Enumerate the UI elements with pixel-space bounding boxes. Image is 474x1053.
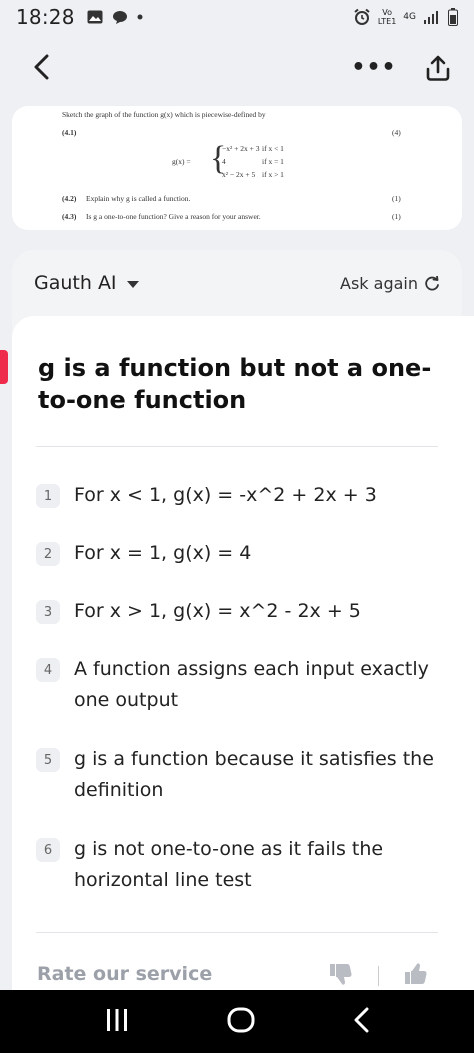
ask-again-label: Ask again	[340, 274, 418, 293]
step-number: 3	[36, 600, 60, 624]
step-number: 2	[36, 542, 60, 566]
thumbs-down-icon	[330, 964, 352, 985]
step-text: g is a function because it satisfies the…	[74, 748, 434, 801]
case-3: x² − 2x + 5	[222, 170, 256, 179]
volte-label: Vo LTE1	[377, 8, 397, 26]
rate-service-label: Rate our service	[37, 963, 213, 985]
brand-label: Gauth AI	[34, 272, 117, 294]
thumbs-down-button[interactable]	[328, 962, 354, 990]
status-bar: 18:28 Vo LTE1 4G	[0, 0, 474, 34]
question-text: Explain why g is called a function.	[86, 194, 191, 203]
step-number: 4	[36, 658, 60, 682]
alarm-icon	[354, 8, 370, 25]
system-back-button[interactable]	[352, 1007, 370, 1037]
step-number: 6	[36, 838, 60, 862]
question-title: Sketch the graph of the function g(x) wh…	[62, 110, 266, 119]
question-document: Sketch the graph of the function g(x) wh…	[60, 108, 426, 226]
divider	[36, 932, 438, 933]
ask-again-button[interactable]: Ask again	[340, 274, 440, 293]
share-icon	[426, 55, 450, 81]
rating-buttons	[328, 962, 429, 990]
step-text: For x = 1, g(x) = 4	[74, 542, 252, 564]
answer-headline: g is a function but not a one-to-one fun…	[38, 354, 432, 414]
condition-3: if x > 1	[262, 170, 284, 179]
signal-icon	[424, 11, 438, 24]
step-text: For x > 1, g(x) = x^2 - 2x + 5	[74, 600, 361, 622]
refresh-icon	[425, 275, 439, 290]
model-selector[interactable]: Gauth AI	[34, 272, 139, 294]
question-number: (4.2)	[62, 194, 77, 203]
top-navigation: •••	[0, 38, 474, 96]
thumbs-up-button[interactable]	[403, 962, 429, 990]
network-label: 4G	[403, 12, 416, 22]
dropdown-caret-icon	[126, 280, 139, 288]
recent-apps-icon	[107, 1008, 128, 1031]
question-image[interactable]: Sketch the graph of the function g(x) wh…	[12, 106, 462, 230]
answer-panel-header: Gauth AI Ask again	[12, 250, 462, 316]
step-item: 4 A function assigns each input exactly …	[36, 656, 436, 716]
condition-1: if x < 1	[262, 144, 284, 153]
battery-icon	[448, 8, 458, 26]
back-button[interactable]	[24, 50, 58, 84]
more-options-button[interactable]: •••	[351, 50, 395, 84]
chat-bubble-icon	[112, 10, 127, 24]
question-text: Is g a one-to-one function? Give a reaso…	[86, 212, 261, 221]
condition-2: if x = 1	[262, 157, 284, 166]
chevron-left-icon	[34, 54, 49, 80]
recent-apps-button[interactable]	[104, 1008, 130, 1036]
question-number: (4.1)	[62, 128, 77, 137]
divider	[36, 446, 438, 447]
step-text: For x < 1, g(x) = -x^2 + 2x + 3	[74, 484, 377, 506]
system-navigation-bar	[0, 990, 474, 1053]
question-marks: (1)	[392, 212, 401, 221]
question-marks: (4)	[392, 128, 401, 137]
case-2: 4	[222, 157, 226, 166]
step-text: g is not one-to-one as it fails the hori…	[74, 838, 384, 891]
back-arrow-icon	[354, 1007, 369, 1032]
thumbs-up-icon	[405, 963, 427, 984]
step-item: 1 For x < 1, g(x) = -x^2 + 2x + 3	[36, 482, 436, 511]
step-item: 5 g is a function because it satisfies t…	[36, 746, 436, 806]
step-text: A function assigns each input exactly on…	[74, 658, 429, 711]
step-item: 6 g is not one-to-one as it fails the ho…	[36, 836, 436, 896]
home-button[interactable]	[227, 1007, 255, 1037]
step-number: 1	[36, 484, 60, 508]
step-number: 5	[36, 748, 60, 772]
question-marks: (1)	[392, 194, 401, 203]
step-item: 2 For x = 1, g(x) = 4	[36, 540, 436, 569]
dot-icon	[137, 14, 143, 20]
function-lhs: g(x) =	[172, 157, 191, 166]
home-icon	[227, 1007, 255, 1032]
status-time: 18:28	[16, 5, 75, 29]
step-item: 3 For x > 1, g(x) = x^2 - 2x + 5	[36, 598, 436, 627]
case-1: −x² + 2x + 3	[222, 144, 260, 153]
gallery-icon	[87, 10, 103, 24]
share-button[interactable]	[418, 48, 458, 88]
question-number: (4.3)	[62, 212, 77, 221]
rating-separator	[378, 966, 379, 986]
accent-bar	[0, 350, 8, 384]
